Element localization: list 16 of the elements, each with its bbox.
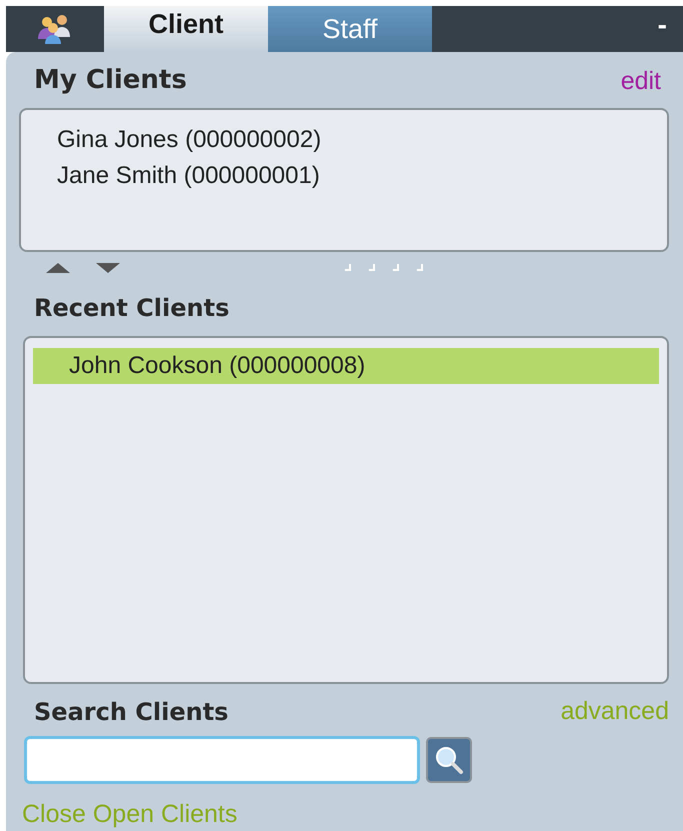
- section-title: Search Clients: [34, 697, 228, 728]
- search-field[interactable]: [24, 736, 420, 784]
- move-up-icon[interactable]: [46, 263, 70, 273]
- section-title: Recent Clients: [34, 293, 230, 324]
- tab[interactable]: Client: [104, 6, 268, 52]
- section-title: My Clients: [34, 64, 187, 97]
- client-list-item[interactable]: Jane Smith (000000001): [21, 158, 667, 194]
- search-icon: [434, 745, 464, 775]
- client-list-item[interactable]: John Cookson (000000008): [33, 348, 659, 384]
- minimize-button[interactable]: -: [642, 6, 683, 52]
- search-button[interactable]: [426, 737, 472, 783]
- edit-link[interactable]: edit: [620, 62, 661, 100]
- resize-grip-icon[interactable]: [344, 264, 426, 272]
- move-down-icon[interactable]: [96, 263, 120, 273]
- client-list-item[interactable]: Gina Jones (000000002): [21, 122, 667, 158]
- tab[interactable]: Staff: [268, 6, 432, 52]
